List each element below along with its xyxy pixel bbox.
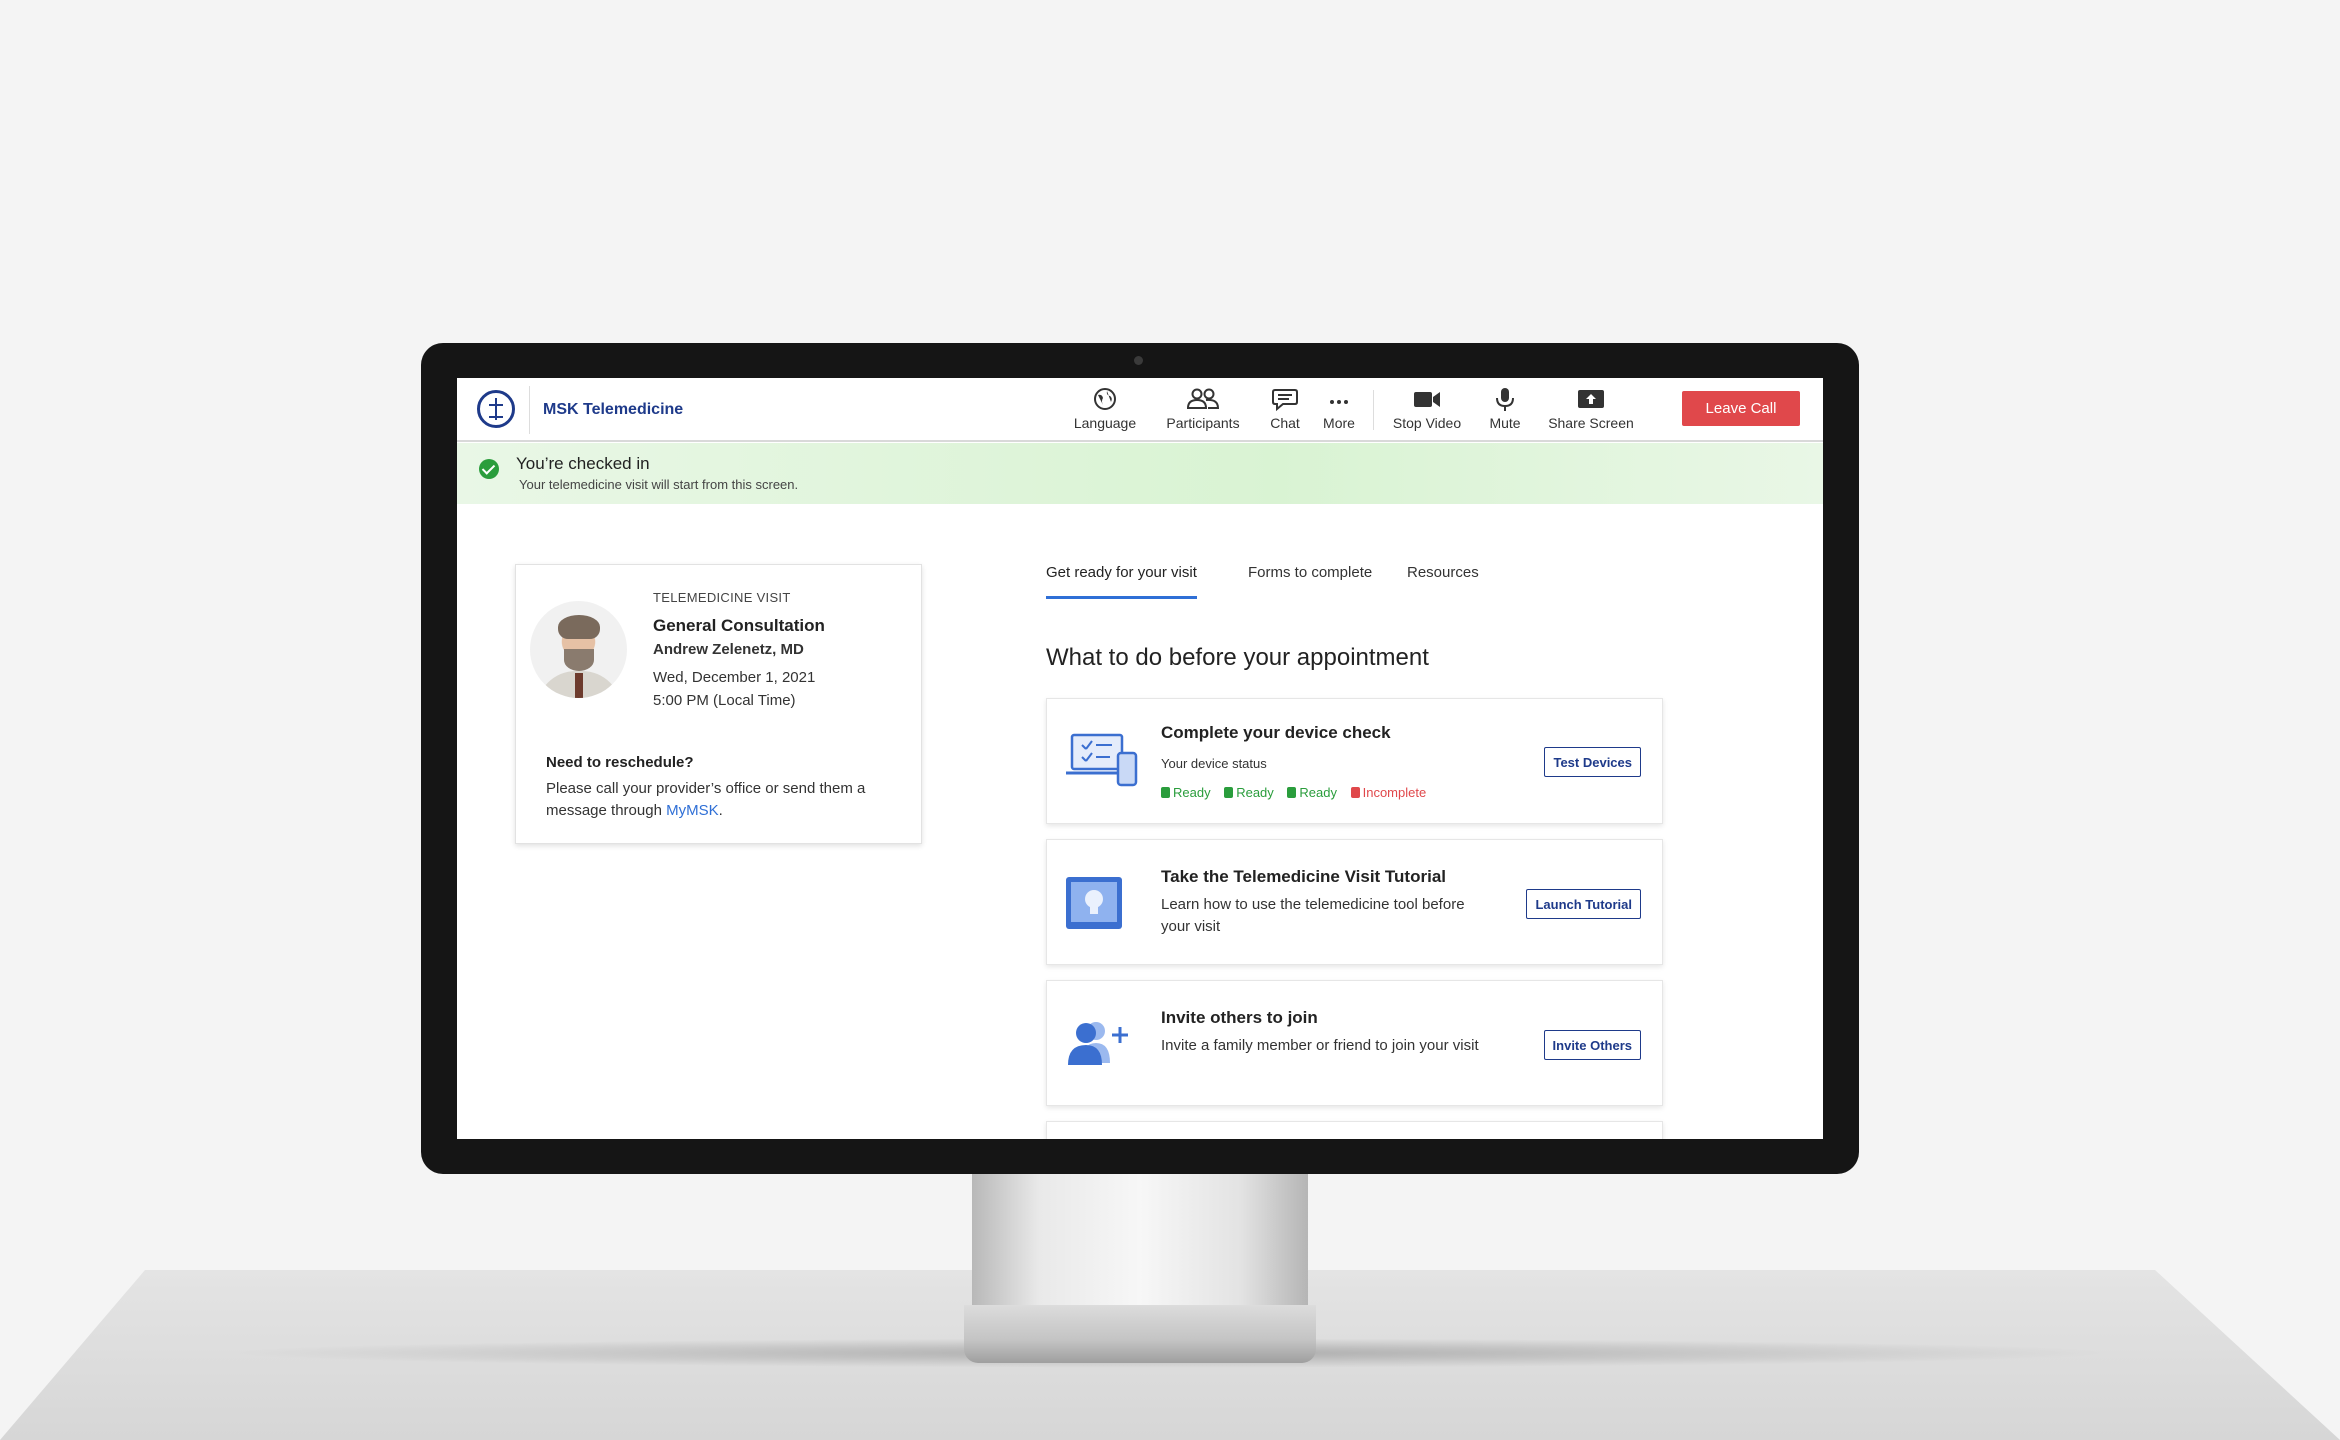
lightbulb-icon bbox=[1066, 877, 1122, 929]
chat-button[interactable]: Chat bbox=[1265, 386, 1305, 431]
app-screen: MSK Telemedicine Language Participants C… bbox=[457, 378, 1823, 1139]
more-button[interactable]: More bbox=[1319, 386, 1359, 431]
banner-title: You’re checked in bbox=[516, 454, 650, 473]
reschedule-period: . bbox=[718, 802, 723, 819]
visit-card: TELEMEDICINE VISIT General Consultation … bbox=[515, 564, 922, 844]
stop-video-label: Stop Video bbox=[1392, 415, 1462, 431]
connection-status-icon bbox=[1350, 787, 1360, 798]
microphone-status: Ready bbox=[1224, 785, 1274, 800]
next-task-card bbox=[1046, 1121, 1663, 1139]
device-status-row: Ready Ready Ready Incomplete bbox=[1161, 785, 1436, 800]
chat-icon bbox=[1272, 389, 1298, 412]
logo-icon[interactable] bbox=[477, 390, 515, 428]
tab-forms[interactable]: Forms to complete bbox=[1248, 564, 1372, 596]
launch-tutorial-button[interactable]: Launch Tutorial bbox=[1526, 889, 1641, 919]
visit-type-label: TELEMEDICINE VISIT bbox=[653, 590, 791, 605]
checkmark-icon bbox=[479, 459, 499, 479]
language-button[interactable]: Language bbox=[1069, 386, 1141, 431]
webcam bbox=[1134, 356, 1143, 365]
tutorial-title: Take the Telemedicine Visit Tutorial bbox=[1161, 867, 1446, 886]
toolbar-divider bbox=[1373, 390, 1374, 430]
device-status-label: Your device status bbox=[1161, 756, 1267, 771]
more-icon bbox=[1330, 400, 1348, 404]
speaker-status: Ready bbox=[1287, 785, 1337, 800]
visit-date: Wed, December 1, 2021 bbox=[653, 669, 816, 686]
section-title: What to do before your appointment bbox=[1046, 644, 1429, 671]
invite-others-button[interactable]: Invite Others bbox=[1543, 1030, 1641, 1060]
microphone-status-icon bbox=[1224, 787, 1234, 798]
invite-description: Invite a family member or friend to join… bbox=[1161, 1037, 1479, 1054]
visit-time: 5:00 PM (Local Time) bbox=[653, 692, 796, 709]
leave-call-button[interactable]: Leave Call bbox=[1682, 391, 1800, 426]
video-icon bbox=[1414, 392, 1440, 407]
invite-title: Invite others to join bbox=[1161, 1008, 1318, 1027]
monitor-stand bbox=[972, 1173, 1308, 1313]
connection-status: Incomplete bbox=[1350, 785, 1427, 800]
camera-status-icon bbox=[1161, 787, 1170, 798]
connection-status-label: Incomplete bbox=[1362, 785, 1427, 800]
checked-in-banner: You’re checked in Your telemedicine visi… bbox=[457, 443, 1823, 504]
monitor: MSK Telemedicine Language Participants C… bbox=[421, 343, 1859, 1174]
speaker-status-label: Ready bbox=[1299, 785, 1337, 800]
banner-subtitle: Your telemedicine visit will start from … bbox=[519, 477, 799, 492]
top-bar: MSK Telemedicine Language Participants C… bbox=[457, 378, 1823, 442]
participants-label: Participants bbox=[1166, 415, 1240, 431]
visit-title: General Consultation bbox=[653, 616, 825, 635]
language-label: Language bbox=[1073, 415, 1137, 431]
add-user-icon bbox=[1068, 1022, 1128, 1065]
reschedule-title: Need to reschedule? bbox=[546, 754, 694, 771]
participants-button[interactable]: Participants bbox=[1158, 386, 1248, 431]
doctor-name: Andrew Zelenetz, MD bbox=[653, 641, 804, 658]
tutorial-description: Learn how to use the telemedicine tool b… bbox=[1161, 896, 1465, 935]
speaker-status-icon bbox=[1287, 787, 1297, 798]
tab-resources[interactable]: Resources bbox=[1407, 564, 1479, 596]
device-check-card: Complete your device check Your device s… bbox=[1046, 698, 1663, 824]
app-title: MSK Telemedicine bbox=[543, 401, 684, 418]
devices-icon bbox=[1066, 733, 1138, 787]
mute-button[interactable]: Mute bbox=[1483, 386, 1527, 431]
test-devices-button[interactable]: Test Devices bbox=[1544, 747, 1641, 777]
tab-get-ready[interactable]: Get ready for your visit bbox=[1046, 564, 1197, 599]
globe-icon bbox=[1094, 388, 1116, 410]
stop-video-button[interactable]: Stop Video bbox=[1387, 386, 1467, 431]
reschedule-text: Please call your provider’s office or se… bbox=[546, 778, 886, 822]
share-screen-label: Share Screen bbox=[1548, 415, 1634, 431]
divider bbox=[529, 386, 530, 434]
share-screen-icon bbox=[1578, 390, 1604, 408]
more-label: More bbox=[1323, 415, 1355, 431]
participants-icon bbox=[1186, 388, 1220, 409]
microphone-icon bbox=[1496, 388, 1514, 411]
mymsk-link[interactable]: MyMSK bbox=[666, 802, 719, 819]
doctor-avatar bbox=[530, 601, 627, 698]
monitor-stand-base bbox=[964, 1305, 1316, 1363]
device-check-title: Complete your device check bbox=[1161, 723, 1391, 742]
invite-card: Invite others to join Invite a family me… bbox=[1046, 980, 1663, 1106]
chat-label: Chat bbox=[1270, 415, 1300, 431]
share-screen-button[interactable]: Share Screen bbox=[1545, 386, 1637, 431]
mute-label: Mute bbox=[1489, 415, 1521, 431]
camera-status-label: Ready bbox=[1173, 785, 1211, 800]
camera-status: Ready bbox=[1161, 785, 1211, 800]
tutorial-card: Take the Telemedicine Visit Tutorial Lea… bbox=[1046, 839, 1663, 965]
microphone-status-label: Ready bbox=[1236, 785, 1274, 800]
